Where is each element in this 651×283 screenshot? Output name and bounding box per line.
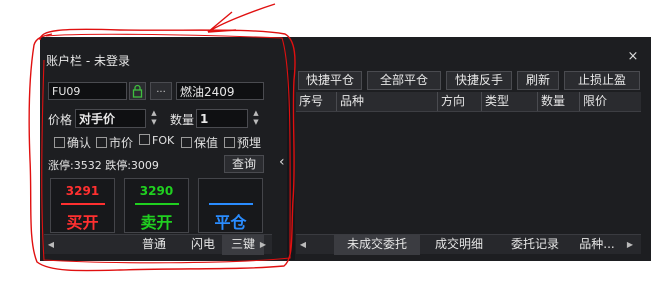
price-spinner[interactable]: ▲ ▼ [148, 109, 160, 127]
collapse-icon[interactable]: ‹ [279, 154, 285, 170]
tab-scroll-right-icon[interactable]: ▶ [256, 235, 270, 255]
annotation-arrow [207, 3, 276, 33]
contract-name-display[interactable]: 燃油2409 [176, 82, 264, 100]
quick-close-button[interactable]: 快捷平仓 [298, 71, 362, 90]
quick-reverse-button[interactable]: 快捷反手 [446, 71, 512, 90]
query-button[interactable]: 查询 [224, 155, 264, 173]
checkbox-label: 预埋 [237, 136, 262, 150]
close-divider [208, 203, 253, 205]
checkbox-label: 保值 [194, 136, 219, 150]
close-position-button[interactable]: 平仓 [198, 178, 263, 233]
col-quantity[interactable]: 数量 [538, 92, 580, 111]
orders-tabs: ◀ 未成交委托 成交明细 委托记录 品种... ▶ [296, 234, 641, 255]
contract-code-input[interactable]: FU09 [48, 82, 127, 100]
col-limit-price[interactable]: 限价 [580, 92, 641, 111]
checkbox-box[interactable] [96, 137, 107, 148]
hedge-checkbox[interactable]: 保值 [181, 134, 218, 151]
col-index[interactable]: 序号 [296, 92, 337, 111]
orders-table-header: 序号 品种 方向 类型 数量 限价 [296, 92, 641, 112]
annotation-arrow [207, 11, 237, 33]
tab-products[interactable]: 品种... [574, 235, 620, 255]
checkbox-box[interactable] [54, 137, 65, 148]
close-icon[interactable]: × [626, 50, 640, 64]
sell-open-button[interactable]: 3290 卖开 [124, 178, 189, 233]
sell-label: 卖开 [140, 213, 173, 232]
close-all-button[interactable]: 全部平仓 [367, 71, 441, 90]
checkbox-label: FOK [152, 134, 175, 147]
buy-price: 3291 [65, 184, 100, 198]
buy-divider [60, 203, 105, 205]
tab-trade-details[interactable]: 成交明细 [424, 235, 494, 255]
checkbox-box[interactable] [224, 137, 235, 148]
checkbox-label: 市价 [109, 136, 134, 150]
quantity-input[interactable]: 1 [196, 109, 248, 128]
tab-pending-orders[interactable]: 未成交委托 [334, 235, 420, 255]
checkbox-label: 确认 [67, 136, 92, 150]
tab-order-history[interactable]: 委托记录 [500, 235, 570, 255]
refresh-button[interactable]: 刷新 [517, 71, 559, 90]
confirm-checkbox[interactable]: 确认 [54, 134, 91, 151]
quantity-spinner[interactable]: ▲ ▼ [250, 109, 262, 127]
close-price [199, 184, 262, 200]
spin-up-icon[interactable]: ▲ [253, 109, 258, 117]
tab-scroll-left-icon[interactable]: ◀ [44, 235, 58, 255]
stop-loss-button[interactable]: 止损止盈 [564, 71, 640, 90]
spin-down-icon[interactable]: ▼ [253, 118, 258, 126]
order-mode-tabs: ◀ 普通 闪电 三键 ▶ [44, 234, 272, 255]
fok-checkbox[interactable]: FOK [139, 134, 174, 147]
sell-divider [134, 203, 179, 205]
buy-open-button[interactable]: 3291 买开 [50, 178, 115, 233]
col-symbol[interactable]: 品种 [337, 92, 438, 111]
tab-scroll-right-icon[interactable]: ▶ [623, 235, 637, 255]
spin-up-icon[interactable]: ▲ [151, 109, 156, 117]
price-label: 价格 [48, 113, 73, 127]
lock-button[interactable] [129, 82, 146, 100]
lock-icon [132, 84, 143, 98]
col-type[interactable]: 类型 [482, 92, 538, 111]
sell-price: 3290 [139, 184, 174, 198]
tab-lightning[interactable]: 闪电 [180, 235, 226, 255]
limit-info: 涨停:3532 跌停:3009 [48, 159, 159, 172]
orders-table-body [296, 112, 641, 232]
quantity-label: 数量 [170, 113, 195, 127]
checkbox-box[interactable] [181, 137, 192, 148]
tab-scroll-left-icon[interactable]: ◀ [296, 235, 310, 255]
price-input[interactable]: 对手价 [75, 109, 146, 128]
col-direction[interactable]: 方向 [438, 92, 482, 111]
more-button[interactable]: ... [150, 82, 172, 100]
preset-checkbox[interactable]: 预埋 [224, 134, 261, 151]
tab-normal[interactable]: 普通 [126, 235, 182, 255]
panel-divider[interactable] [287, 70, 295, 260]
buy-label: 买开 [66, 213, 99, 232]
checkbox-box[interactable] [139, 134, 150, 145]
spin-down-icon[interactable]: ▼ [151, 118, 156, 126]
close-label: 平仓 [214, 213, 247, 232]
market-price-checkbox[interactable]: 市价 [96, 134, 133, 151]
window-title: 账户栏 - 未登录 [46, 54, 130, 68]
